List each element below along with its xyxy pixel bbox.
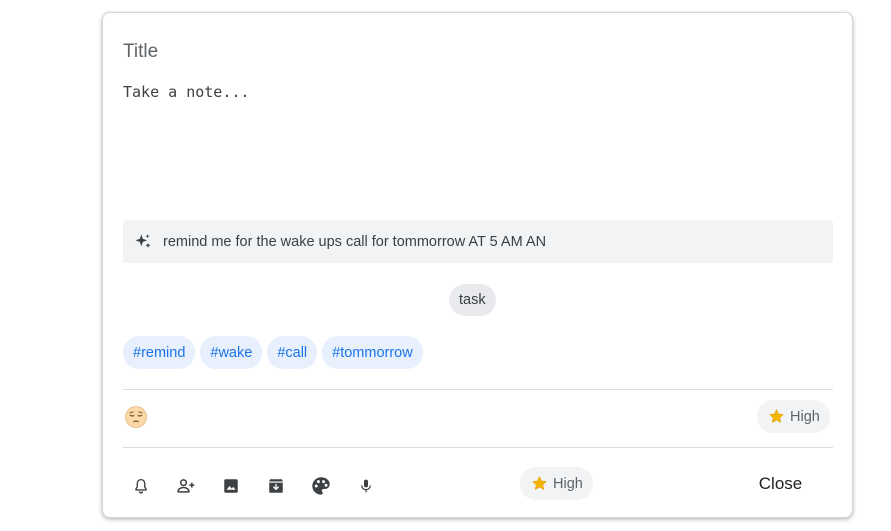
bell-icon [132,477,150,495]
add-image-button[interactable] [213,468,249,504]
remind-me-button[interactable] [123,468,159,504]
hashtag-list: #remind #wake #call #tommorrow [123,336,423,369]
ai-suggestion-bar[interactable]: remind me for the wake ups call for tomm… [123,220,833,263]
hashtag-chip[interactable]: #tommorrow [322,336,423,369]
hashtag-chip[interactable]: #call [267,336,318,369]
star-icon [531,475,548,492]
note-toolbar [123,468,393,504]
priority-chip[interactable]: High [757,400,830,433]
collaborator-button[interactable] [168,468,204,504]
archive-icon [267,477,285,495]
mic-icon [358,477,374,495]
close-button[interactable]: Close [743,468,818,500]
title-input[interactable] [123,39,823,65]
divider [123,389,833,390]
note-editor-card: remind me for the wake ups call for tomm… [102,12,853,518]
priority-selector-label: High [553,475,583,492]
hashtag-chip[interactable]: #wake [200,336,263,369]
archive-button[interactable] [258,468,294,504]
hashtag-chip[interactable]: #remind [123,336,196,369]
palette-icon [310,475,332,497]
sparkle-icon [133,232,153,252]
priority-label: High [790,408,820,425]
priority-selector-button[interactable]: High [520,467,593,500]
image-icon [222,477,240,495]
add-person-icon [176,476,196,496]
divider [123,447,833,448]
category-chip[interactable]: task [449,284,496,316]
pensive-face-icon[interactable] [124,405,148,429]
star-icon [768,408,785,425]
background-options-button[interactable] [303,468,339,504]
ai-suggestion-text: remind me for the wake ups call for tomm… [163,233,547,250]
voice-input-button[interactable] [348,468,384,504]
note-body-input[interactable] [123,83,828,203]
category-label: task [459,292,486,308]
